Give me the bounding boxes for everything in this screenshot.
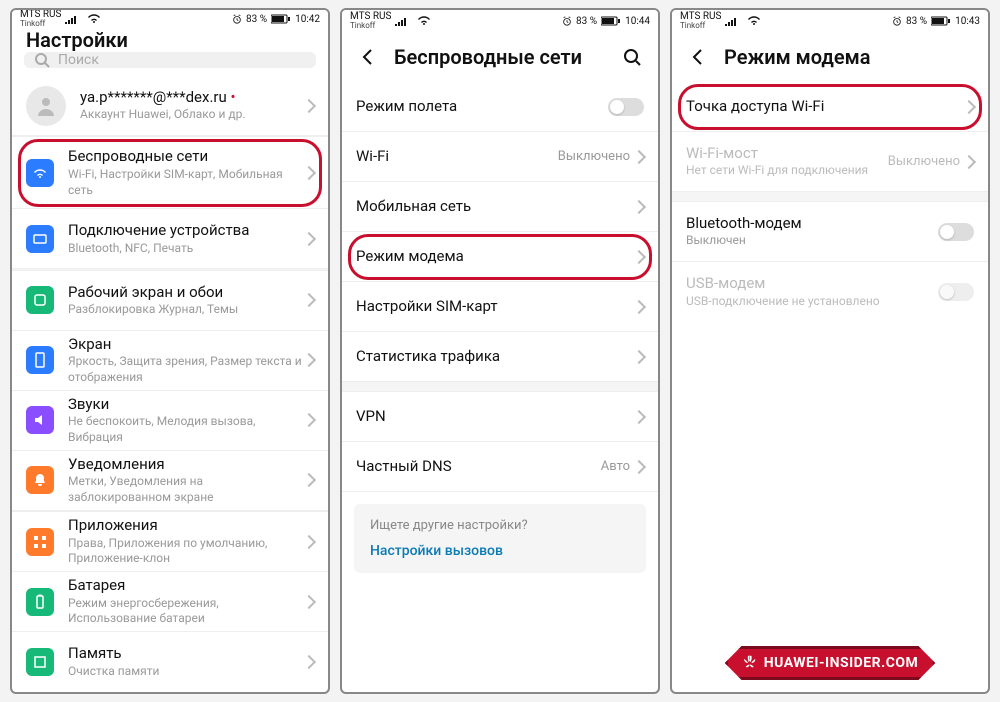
wifi-icon	[417, 16, 431, 26]
alarm-icon	[892, 16, 902, 26]
display-tile-icon	[26, 346, 54, 374]
row-wireless[interactable]: Беспроводные сетиWi-Fi, Настройки SIM-ка…	[12, 137, 328, 209]
avatar	[26, 86, 66, 126]
row-wifi[interactable]: Wi-Fi Выключено	[342, 132, 658, 182]
airplane-toggle[interactable]	[608, 98, 644, 116]
phone-3: MTS RUSTinkoff 83 % 10:43 Режим модема Т…	[670, 8, 990, 694]
row-airplane[interactable]: Режим полета	[342, 82, 658, 132]
back-button[interactable]	[686, 45, 710, 69]
other-settings-panel: Ищете другие настройки? Настройки вызово…	[354, 504, 646, 573]
row-apps[interactable]: ПриложенияПрава, Приложения по умолчанию…	[12, 512, 328, 572]
row-storage[interactable]: ПамятьОчистка памяти	[12, 632, 328, 692]
connection-tile-icon	[26, 225, 54, 253]
battery-icon	[931, 16, 951, 26]
search-input[interactable]: Поиск	[24, 52, 316, 68]
row-dns[interactable]: Частный DNS Авто	[342, 442, 658, 492]
storage-tile-icon	[26, 648, 54, 676]
row-usb-modem: USB-модем USB-подключение не установлено	[672, 262, 988, 322]
sounds-tile-icon	[26, 406, 54, 434]
row-sim[interactable]: Настройки SIM-карт	[342, 282, 658, 332]
row-connection[interactable]: Подключение устройстваBluetooth, NFC, Пе…	[12, 209, 328, 269]
row-mobile[interactable]: Мобильная сеть	[342, 182, 658, 232]
apps-tile-icon	[26, 528, 54, 556]
bell-tile-icon	[26, 466, 54, 494]
row-traffic[interactable]: Статистика трафика	[342, 332, 658, 382]
alarm-icon	[232, 14, 242, 24]
row-homescreen[interactable]: Рабочий экран и обоиРазблокировка Журнал…	[12, 271, 328, 331]
wifi-tile-icon	[26, 159, 54, 187]
account-name: ya.p*******@***dex.ru	[80, 88, 227, 106]
status-bar: MTS RUSTinkoff 83 % 10:44	[342, 10, 658, 32]
clock: 10:44	[625, 16, 650, 27]
header: Беспроводные сети	[342, 32, 658, 82]
page-title: Беспроводные сети	[394, 45, 606, 69]
row-wifi-bridge: Wi-Fi-мост Нет сети Wi-Fi для подключени…	[672, 132, 988, 192]
watermark: HUAWEI-INSIDER.COM	[725, 646, 936, 680]
battery-icon	[601, 16, 621, 26]
search-button[interactable]	[620, 45, 644, 69]
huawei-logo-icon	[742, 655, 758, 671]
row-vpn[interactable]: VPN	[342, 392, 658, 442]
page-title: Настройки	[26, 28, 314, 52]
wifi-icon	[747, 16, 761, 26]
row-hotspot[interactable]: Точка доступа Wi-Fi	[672, 82, 988, 132]
row-sounds[interactable]: ЗвукиНе беспокоить, Мелодия вызова, Вибр…	[12, 391, 328, 451]
row-battery[interactable]: БатареяРежим энергосбережения, Использов…	[12, 572, 328, 632]
row-tethering[interactable]: Режим модема	[342, 232, 658, 282]
call-settings-link[interactable]: Настройки вызовов	[370, 543, 630, 559]
status-bar: MTS RUSTinkoff 83 % 10:43	[672, 10, 988, 32]
signal-icon	[725, 16, 743, 26]
battery-percent: 83 %	[246, 14, 267, 25]
page-title: Режим модема	[724, 45, 974, 69]
battery-tile-icon	[26, 588, 54, 616]
header: Режим модема	[672, 32, 988, 82]
homescreen-tile-icon	[26, 286, 54, 314]
account-sub: Аккаунт Huawei, Облако и др.	[80, 107, 304, 123]
status-bar: MTS RUSTinkoff 83 % 10:42	[12, 10, 328, 28]
bt-modem-toggle[interactable]	[938, 223, 974, 241]
clock: 10:42	[295, 14, 320, 25]
alarm-icon	[562, 16, 572, 26]
carrier-label: MTS RUSTinkoff	[20, 10, 61, 28]
clock: 10:43	[955, 16, 980, 27]
row-bt-modem[interactable]: Bluetooth-модем Выключен	[672, 202, 988, 262]
usb-modem-toggle	[938, 283, 974, 301]
wifi-icon	[87, 14, 101, 24]
back-button[interactable]	[356, 45, 380, 69]
account-row[interactable]: ya.p*******@***dex.ru • Аккаунт Huawei, …	[12, 76, 328, 136]
row-notifications[interactable]: УведомленияМетки, Уведомления на заблоки…	[12, 451, 328, 511]
phone-2: MTS RUSTinkoff 83 % 10:44 Беспроводные с…	[340, 8, 660, 694]
battery-icon	[271, 14, 291, 24]
signal-icon	[395, 16, 413, 26]
signal-icon	[65, 14, 83, 24]
search-icon	[34, 52, 50, 68]
row-display[interactable]: ЭкранЯркость, Защита зрения, Размер текс…	[12, 331, 328, 391]
phone-1: MTS RUSTinkoff 83 % 10:42 Настройки Поис…	[10, 8, 330, 694]
header: Настройки	[12, 28, 328, 52]
